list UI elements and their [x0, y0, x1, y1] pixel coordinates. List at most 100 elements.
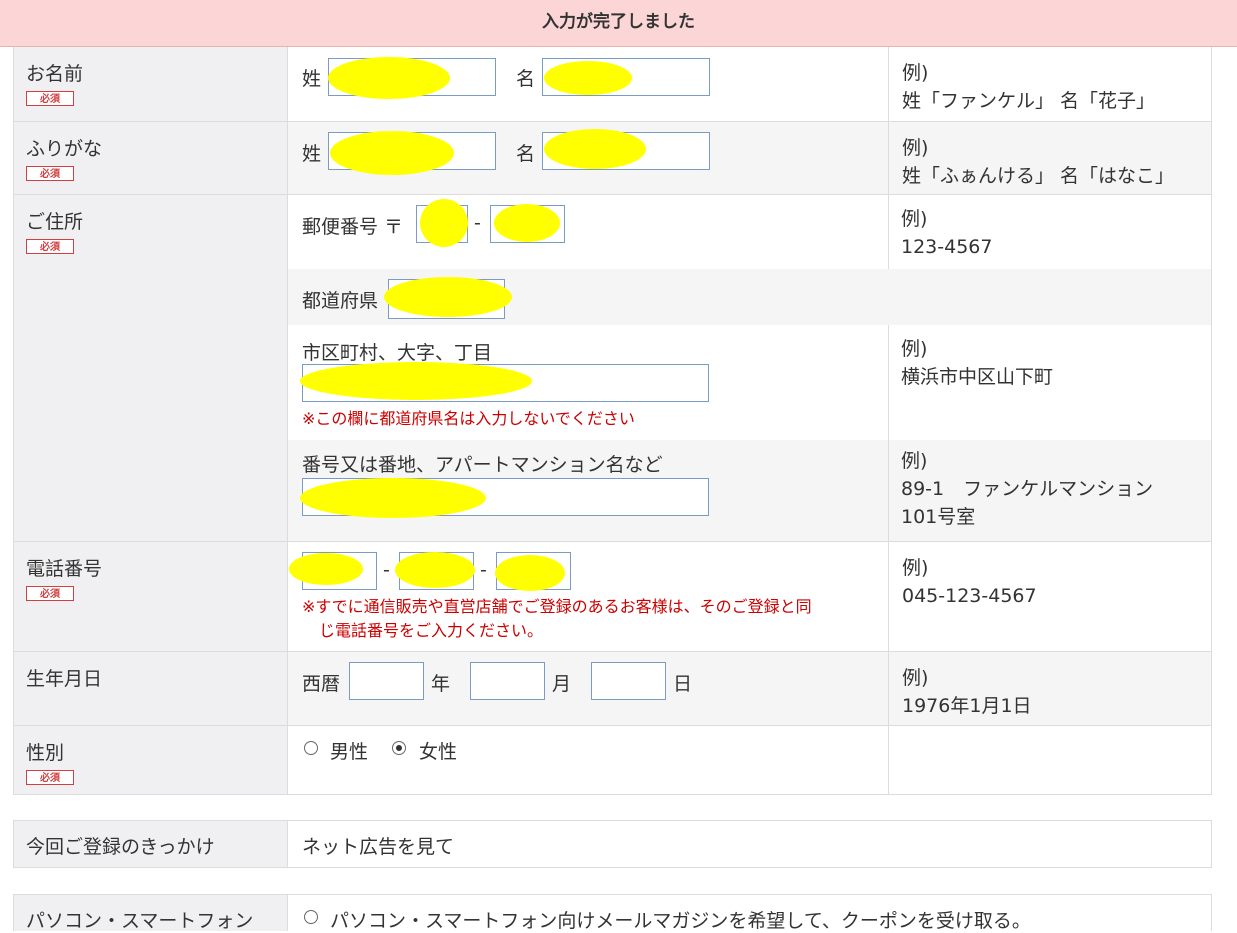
street-example-line1: 89-1 ファンケルマンション — [901, 478, 1154, 500]
prefecture-label: 都道府県 — [302, 290, 379, 312]
name-input-cell: 姓 名 — [288, 47, 888, 121]
sei-label: 姓 — [302, 68, 322, 90]
redaction-mark — [544, 129, 646, 169]
postal-example-value: 123-4567 — [901, 236, 993, 258]
sei-label: 姓 — [302, 143, 322, 165]
address-label-cell: ご住所 必須 — [13, 195, 288, 541]
birthday-input-cell: 西暦 年 月 日 — [288, 652, 888, 725]
trigger-row: 今回ご登録のきっかけ ネット広告を見て — [13, 821, 1212, 867]
gender-input-cell: 男性 女性 — [288, 726, 888, 794]
phone-label-cell: 電話番号 必須 — [13, 542, 288, 651]
street-example-line2: 101号室 — [901, 506, 976, 528]
pc-sp-label: パソコン・スマートフォン — [26, 910, 254, 932]
gender-row: 性別 必須 男性 女性 — [13, 726, 1212, 794]
furigana-example-cell: 例) 姓「ふぁんける」 名「はなこ」 — [888, 122, 1212, 194]
phone-example-cell: 例) 045-123-4567 — [888, 542, 1212, 651]
phone-dash: - — [383, 559, 390, 581]
name-example: 姓「ファンケル」 名「花子」 — [902, 90, 1156, 112]
example-title: 例) — [902, 667, 929, 689]
table-border — [13, 894, 14, 931]
street-example: 例) 89-1 ファンケルマンション 101号室 — [901, 447, 1153, 531]
birthday-example: 1976年1月1日 — [902, 695, 1032, 717]
furigana-row: ふりがな 必須 姓 名 例) 姓「ふぁんける」 名「はなこ」 — [13, 122, 1212, 194]
birth-year-input[interactable] — [349, 662, 424, 700]
redaction-mark — [495, 555, 565, 591]
example-title: 例) — [901, 208, 928, 230]
trigger-value-cell: ネット広告を見て — [288, 821, 1212, 867]
redaction-mark — [384, 277, 512, 317]
era-label: 西暦 — [302, 673, 341, 695]
postal-example: 例) 123-4567 — [901, 205, 992, 261]
year-label: 年 — [431, 673, 451, 695]
table-border — [1211, 47, 1212, 795]
gender-label: 性別 — [26, 742, 65, 764]
gender-male-label[interactable]: 男性 — [330, 737, 368, 764]
street-label: 番号又は番地、アパートマンション名など — [302, 454, 663, 476]
redaction-mark — [544, 61, 632, 95]
redaction-mark — [328, 57, 450, 99]
birth-day-input[interactable] — [591, 662, 666, 700]
phone-note-line1: ※すでに通信販売や直営店舗でご登録のあるお客様は、そのご登録と同 — [302, 597, 812, 616]
name-example-cell: 例) 姓「ファンケル」 名「花子」 — [888, 47, 1212, 121]
pc-sp-mailmag-label[interactable]: パソコン・スマートフォン向けメールマガジンを希望して、クーポンを受け取る。 — [330, 906, 1031, 933]
phone-row: 電話番号 必須 - - ※すでに通信販売や直営店舗でご登録のあるお客様は、そのご… — [13, 542, 1212, 651]
street-subrow: 番号又は番地、アパートマンション名など 例) 89-1 ファンケルマンション 1… — [288, 440, 1212, 541]
birthday-label: 生年月日 — [26, 668, 103, 690]
city-note: ※この欄に都道府県名は入力しないでください — [302, 409, 635, 428]
required-badge: 必須 — [26, 586, 74, 601]
required-badge: 必須 — [26, 770, 74, 785]
table-border — [1211, 894, 1212, 931]
redaction-mark — [300, 478, 486, 518]
redaction-mark — [420, 199, 468, 247]
pc-sp-option-cell: パソコン・スマートフォン向けメールマガジンを希望して、クーポンを受け取る。 — [288, 895, 1212, 933]
month-label: 月 — [552, 673, 572, 695]
trigger-label-cell: 今回ご登録のきっかけ — [13, 821, 288, 867]
pc-sp-mailmag-radio[interactable] — [304, 910, 318, 924]
gender-male-radio[interactable] — [304, 741, 318, 755]
trigger-label: 今回ご登録のきっかけ — [26, 836, 215, 858]
example-title: 例) — [901, 338, 928, 360]
required-badge: 必須 — [26, 166, 74, 181]
phone-dash: - — [480, 559, 487, 581]
pc-sp-row: パソコン・スマートフォン パソコン・スマートフォン向けメールマガジンを希望して、… — [13, 895, 1212, 933]
example-title: 例) — [902, 557, 929, 579]
birthday-example-cell: 例) 1976年1月1日 — [888, 652, 1212, 725]
address-label: ご住所 — [26, 211, 84, 233]
postal-subrow: 郵便番号 〒 - 例) 123-4567 — [288, 195, 1212, 269]
gender-example-cell — [888, 726, 1212, 794]
example-title: 例) — [902, 62, 929, 84]
mei-label: 名 — [516, 143, 536, 165]
gender-label-cell: 性別 必須 — [13, 726, 288, 794]
table-border — [1211, 820, 1212, 868]
example-title: 例) — [902, 137, 929, 159]
required-badge: 必須 — [26, 91, 74, 106]
example-title: 例) — [901, 450, 928, 472]
city-subrow: 市区町村、大字、丁目 ※この欄に都道府県名は入力しないでください 例) 横浜市中… — [288, 325, 1212, 440]
redaction-mark — [494, 204, 560, 242]
required-badge: 必須 — [26, 239, 74, 254]
postal-dash: - — [474, 212, 481, 234]
phone-label: 電話番号 — [26, 558, 103, 580]
phone-note-line2: じ電話番号をご入力ください。 — [319, 621, 544, 640]
row-divider — [13, 794, 1212, 795]
column-divider — [888, 195, 889, 269]
birthday-label-cell: 生年月日 — [13, 652, 288, 725]
birthday-row: 生年月日 西暦 年 月 日 例) 1976年1月1日 — [13, 652, 1212, 725]
name-label-cell: お名前 必須 — [13, 47, 288, 121]
name-label: お名前 — [26, 63, 84, 85]
redaction-mark — [300, 362, 532, 400]
gender-female-label[interactable]: 女性 — [419, 737, 457, 764]
birth-month-input[interactable] — [470, 662, 545, 700]
column-divider — [888, 325, 889, 541]
pc-sp-label-cell: パソコン・スマートフォン — [13, 895, 288, 932]
postal-label: 郵便番号 〒 — [302, 216, 404, 238]
table-border — [13, 867, 1212, 868]
completion-banner: 入力が完了しました — [0, 0, 1237, 47]
gender-female-radio[interactable] — [392, 741, 406, 755]
phone-example: 045-123-4567 — [902, 585, 1037, 607]
trigger-value: ネット広告を見て — [302, 836, 455, 858]
table-border — [13, 47, 14, 795]
address-row: ご住所 必須 郵便番号 〒 - 例) 123-4567 都道府県 市区町村、大字… — [13, 195, 1212, 541]
table-border — [13, 820, 14, 868]
prefecture-subrow: 都道府県 — [288, 269, 1212, 325]
